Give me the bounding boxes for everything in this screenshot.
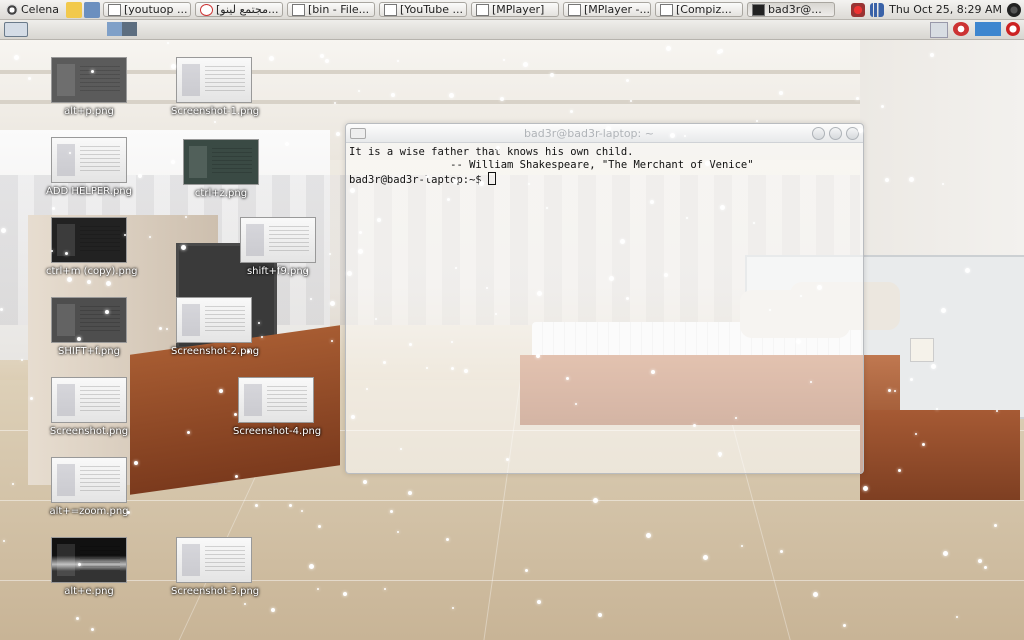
taskbar-item-linux-community[interactable]: [مجتمع لينو... <box>194 2 283 17</box>
main-menu-button[interactable]: Celena <box>0 1 65 18</box>
image-thumbnail <box>51 217 127 263</box>
terminal-title: bad3r@bad3r-laptop: ~ <box>524 126 654 140</box>
image-thumbnail <box>51 57 127 103</box>
window-icon <box>383 3 397 16</box>
folder-window-icon <box>291 3 305 16</box>
desktop-icon-shift-f[interactable]: SHIFT+f.png <box>46 297 132 357</box>
shutdown-icon[interactable] <box>1006 22 1020 36</box>
maximize-button[interactable] <box>829 126 842 140</box>
image-thumbnail <box>51 457 127 503</box>
taskbar-item-mplayer-1[interactable]: [MPlayer] <box>470 2 559 17</box>
folder-launcher-icon[interactable] <box>65 1 82 18</box>
close-button[interactable] <box>846 126 859 140</box>
desktop-icon-screenshot-3[interactable]: Screenshot-3.png <box>171 537 259 597</box>
image-thumbnail <box>51 297 127 343</box>
image-thumbnail <box>240 217 316 263</box>
window-menu-icon[interactable] <box>350 127 366 139</box>
image-thumbnail <box>176 57 252 103</box>
image-thumbnail <box>176 537 252 583</box>
terminal-titlebar[interactable]: bad3r@bad3r-laptop: ~ <box>346 124 863 143</box>
image-thumbnail <box>51 137 127 183</box>
desktop-icon-ctrl-z[interactable]: ctrl+z.png <box>178 139 264 199</box>
main-menu-label: Celena <box>21 3 59 16</box>
opera-icon <box>199 3 213 16</box>
prompt-line[interactable]: bad3r@bad3r-laptop:~$ <box>349 172 860 187</box>
top-panel: Celena [youtuop ... [مجتمع لينو... [bin … <box>0 0 1024 20</box>
window-icon <box>567 3 581 16</box>
desktop-icon-screenshot-4[interactable]: Screenshot-4.png <box>233 377 321 437</box>
distro-logo-icon <box>6 3 18 16</box>
clock[interactable]: Thu Oct 25, 8:29 AM <box>889 3 1002 16</box>
window-icon <box>107 3 121 16</box>
image-thumbnail <box>183 139 259 185</box>
desktop-icon-shift-f9[interactable]: shift+f9.png <box>235 217 321 277</box>
tray-applet-icon[interactable] <box>975 22 1001 36</box>
taskbar-item-mplayer-2[interactable]: [MPlayer -... <box>562 2 651 17</box>
desktop-icon-screenshot-2[interactable]: Screenshot-2.png <box>171 297 259 357</box>
taskbar-item-file-browser[interactable]: [bin - File... <box>286 2 375 17</box>
system-tray: Thu Oct 25, 8:29 AM <box>851 2 1024 17</box>
app-launcher-icon[interactable] <box>83 1 100 18</box>
taskbar-item-youtube-browser[interactable]: [youtuop ... <box>102 2 191 17</box>
network-signal-icon[interactable] <box>870 2 885 17</box>
shell-prompt: bad3r@bad3r-laptop:~$ <box>349 174 489 186</box>
image-thumbnail <box>51 537 127 583</box>
window-icon <box>659 3 673 16</box>
window-list-icon[interactable] <box>930 22 948 38</box>
window-icon <box>475 3 489 16</box>
desktop-icon-screenshot-1[interactable]: Screenshot-1.png <box>171 57 259 117</box>
fortune-line-1: It is a wise father that knows his own c… <box>349 146 634 158</box>
power-settings-icon[interactable] <box>1007 2 1021 17</box>
terminal-window[interactable]: bad3r@bad3r-laptop: ~ It is a wise fathe… <box>345 123 864 474</box>
fortune-line-2: -- William Shakespeare, "The Merchant of… <box>349 159 754 171</box>
desktop-icon-alt-zoom[interactable]: alt+=zoom.png <box>46 457 132 517</box>
terminal-output[interactable]: It is a wise father that knows his own c… <box>346 143 863 190</box>
workspace-switcher-icon[interactable] <box>107 22 137 36</box>
text-cursor <box>488 172 497 185</box>
terminal-icon <box>751 3 765 16</box>
show-desktop-icon[interactable] <box>4 22 28 37</box>
second-panel <box>0 20 1024 40</box>
browser-launcher-icon[interactable] <box>953 22 969 36</box>
desktop-icon-alt-e[interactable]: alt+e.png <box>46 537 132 597</box>
taskbar-item-terminal[interactable]: bad3r@... <box>746 2 835 17</box>
desktop-icon-add-helper[interactable]: ADD HELPER.png <box>46 137 132 197</box>
taskbar-item-compiz[interactable]: [Compiz... <box>654 2 743 17</box>
image-thumbnail <box>176 297 252 343</box>
image-thumbnail <box>238 377 314 423</box>
desktop-icon-alt-p[interactable]: alt+p.png <box>46 57 132 117</box>
desktop-icon-screenshot[interactable]: Screenshot.png <box>46 377 132 437</box>
image-thumbnail <box>51 377 127 423</box>
update-notifier-icon[interactable] <box>851 2 866 17</box>
taskbar-item-youtube[interactable]: [YouTube ... <box>378 2 467 17</box>
minimize-button[interactable] <box>812 126 825 140</box>
desktop-icon-ctrl-m-copy[interactable]: ctrl+m (copy).png <box>46 217 138 277</box>
